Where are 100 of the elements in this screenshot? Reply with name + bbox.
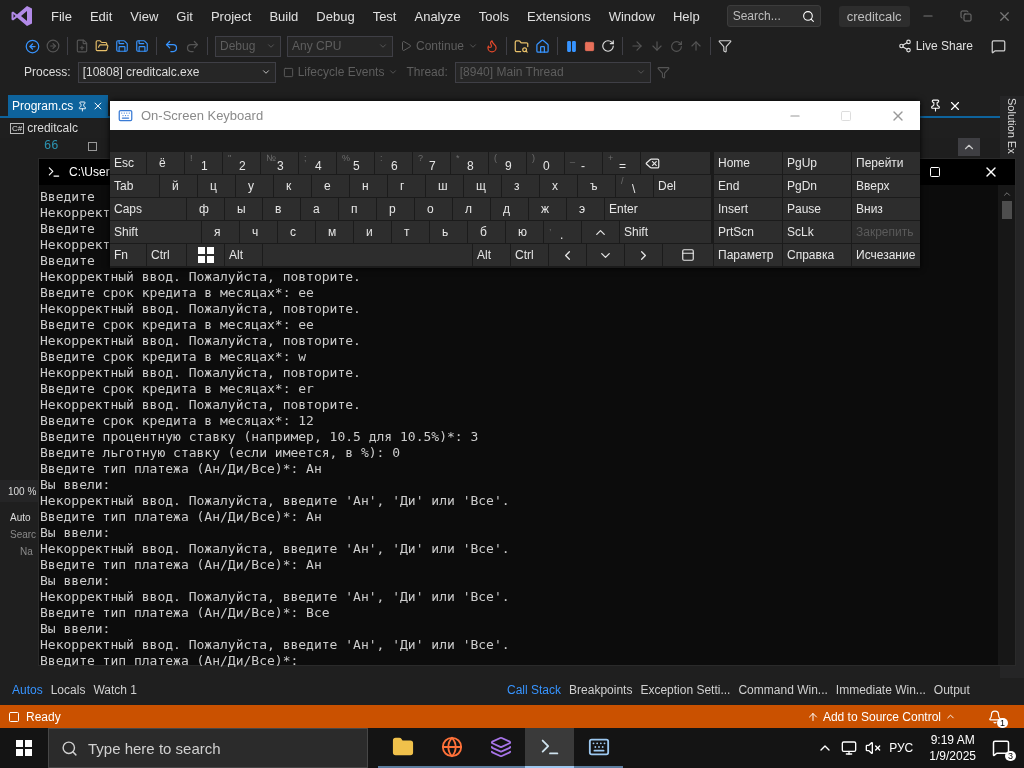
fold-marker[interactable]: [88, 142, 98, 151]
keyboard-key[interactable]: Esc: [110, 152, 146, 174]
panel-tab[interactable]: Locals: [46, 681, 90, 699]
keyboard-key[interactable]: Параметр: [714, 244, 782, 266]
panel-tab[interactable]: Exception Setti...: [636, 681, 735, 699]
keyboard-key[interactable]: у: [236, 175, 273, 197]
panel-tab[interactable]: Command Win...: [734, 681, 832, 699]
solution-explorer-tab[interactable]: Solution Ex: [1005, 98, 1019, 154]
keyboard-key[interactable]: Ctrl: [147, 244, 186, 266]
menu-item[interactable]: View: [121, 8, 168, 24]
keyboard-key[interactable]: End: [714, 175, 782, 197]
keyboard-key[interactable]: №3: [261, 152, 298, 174]
keyboard-key[interactable]: % 5: [337, 152, 374, 174]
keyboard-key[interactable]: ц: [198, 175, 235, 197]
keyboard-key[interactable]: [641, 152, 710, 174]
keyboard-key[interactable]: Insert: [714, 198, 782, 220]
keyboard-key[interactable]: п: [339, 198, 376, 220]
keyboard-key[interactable]: ; 4: [299, 152, 336, 174]
keyboard-key[interactable]: ъ: [578, 175, 615, 197]
volume-muted-icon[interactable]: [865, 740, 882, 756]
menu-item[interactable]: Extensions: [518, 8, 600, 24]
keyboard-key[interactable]: [187, 244, 224, 266]
pin-icon[interactable]: [929, 99, 942, 112]
keyboard-key[interactable]: й: [160, 175, 197, 197]
scroll-up-button[interactable]: [958, 138, 980, 156]
menu-item[interactable]: File: [42, 8, 81, 24]
keyboard-key[interactable]: " 2: [223, 152, 260, 174]
keyboard-key[interactable]: о: [415, 198, 452, 220]
save-icon[interactable]: [115, 39, 129, 53]
search-field[interactable]: Search...: [726, 5, 821, 27]
source-control-button[interactable]: Add to Source Control: [802, 709, 960, 724]
feedback-icon[interactable]: [991, 38, 1006, 54]
keyboard-key[interactable]: ф: [187, 198, 224, 220]
keyboard-key[interactable]: в: [263, 198, 300, 220]
keyboard-key[interactable]: ч: [240, 221, 277, 243]
keyboard-key[interactable]: [663, 244, 713, 266]
keyboard-key[interactable]: ь: [430, 221, 467, 243]
keyboard-key[interactable]: _ -: [565, 152, 602, 174]
keyboard-key[interactable]: Alt: [225, 244, 262, 266]
close-icon[interactable]: [948, 99, 962, 113]
keyboard-key[interactable]: ы: [225, 198, 262, 220]
keyboard-key[interactable]: ( 9: [489, 152, 526, 174]
keyboard-key[interactable]: Fn: [110, 244, 146, 266]
home-icon[interactable]: [535, 38, 551, 54]
menu-item[interactable]: Git: [167, 8, 202, 24]
restore-icon[interactable]: [960, 10, 972, 22]
back-icon[interactable]: [25, 38, 40, 54]
keyboard-key[interactable]: Вверх: [852, 175, 920, 197]
keyboard-key[interactable]: ш: [426, 175, 463, 197]
panel-tab[interactable]: Watch 1: [89, 681, 141, 699]
keyboard-key[interactable]: е: [312, 175, 349, 197]
keyboard-key[interactable]: * 8: [451, 152, 488, 174]
keyboard-key[interactable]: л: [453, 198, 490, 220]
keyboard-key[interactable]: / \: [616, 175, 653, 197]
process-dropdown[interactable]: [10808] creditcalc.exe: [77, 61, 276, 83]
notifications-icon[interactable]: [992, 739, 1010, 757]
network-icon[interactable]: [841, 740, 858, 756]
taskbar-search-field[interactable]: Type here to search: [48, 728, 368, 768]
flame-icon[interactable]: [485, 39, 500, 53]
keyboard-key[interactable]: Shift: [110, 221, 201, 243]
keyboard-key[interactable]: ж: [529, 198, 566, 220]
keyboard-key[interactable]: Shift: [620, 221, 711, 243]
language-indicator[interactable]: РУС: [889, 741, 914, 755]
notification-icon[interactable]: [988, 709, 1002, 724]
keyboard-key[interactable]: Исчезание: [852, 244, 920, 266]
keyboard-key[interactable]: ) 0: [527, 152, 564, 174]
keyboard-key[interactable]: Enter: [605, 198, 711, 220]
panel-tab[interactable]: Breakpoints: [565, 681, 637, 699]
panel-tab[interactable]: Output: [929, 681, 974, 699]
keyboard-key[interactable]: Tab: [110, 175, 159, 197]
stop-icon[interactable]: [584, 40, 596, 52]
panel-title[interactable]: Auto: [10, 512, 31, 523]
folder-icon[interactable]: [95, 39, 109, 53]
save-all-icon[interactable]: [135, 39, 149, 53]
menu-item[interactable]: Test: [363, 8, 406, 24]
restart-icon[interactable]: [601, 39, 616, 53]
keyboard-key[interactable]: Del: [654, 175, 711, 197]
keyboard-key[interactable]: д: [491, 198, 528, 220]
menu-item[interactable]: Build: [260, 8, 308, 24]
keyboard-key[interactable]: т: [392, 221, 429, 243]
menu-item[interactable]: Analyze: [405, 8, 470, 24]
menu-item[interactable]: Help: [663, 8, 709, 24]
undo-icon[interactable]: [164, 38, 179, 54]
keyboard-key[interactable]: : 6: [375, 152, 412, 174]
keyboard-key[interactable]: э: [567, 198, 604, 220]
menu-item[interactable]: Edit: [80, 8, 122, 24]
keyboard-key[interactable]: , .: [544, 221, 581, 243]
keyboard-key[interactable]: г: [388, 175, 425, 197]
pause-icon[interactable]: [565, 39, 579, 53]
keyboard-key[interactable]: + =: [603, 152, 640, 174]
keyboard-key[interactable]: Home: [714, 152, 782, 174]
keyboard-key[interactable]: PgDn: [783, 175, 851, 197]
keyboard-key[interactable]: ё: [147, 152, 184, 174]
keyboard-key[interactable]: Справка: [783, 244, 851, 266]
keyboard-key[interactable]: а: [301, 198, 338, 220]
folder-search-icon[interactable]: [514, 38, 530, 54]
keyboard-key[interactable]: Pause: [783, 198, 851, 220]
keyboard-key[interactable]: к: [274, 175, 311, 197]
search-field[interactable]: Searc: [10, 529, 37, 540]
keyboard-key[interactable]: PgUp: [783, 152, 851, 174]
